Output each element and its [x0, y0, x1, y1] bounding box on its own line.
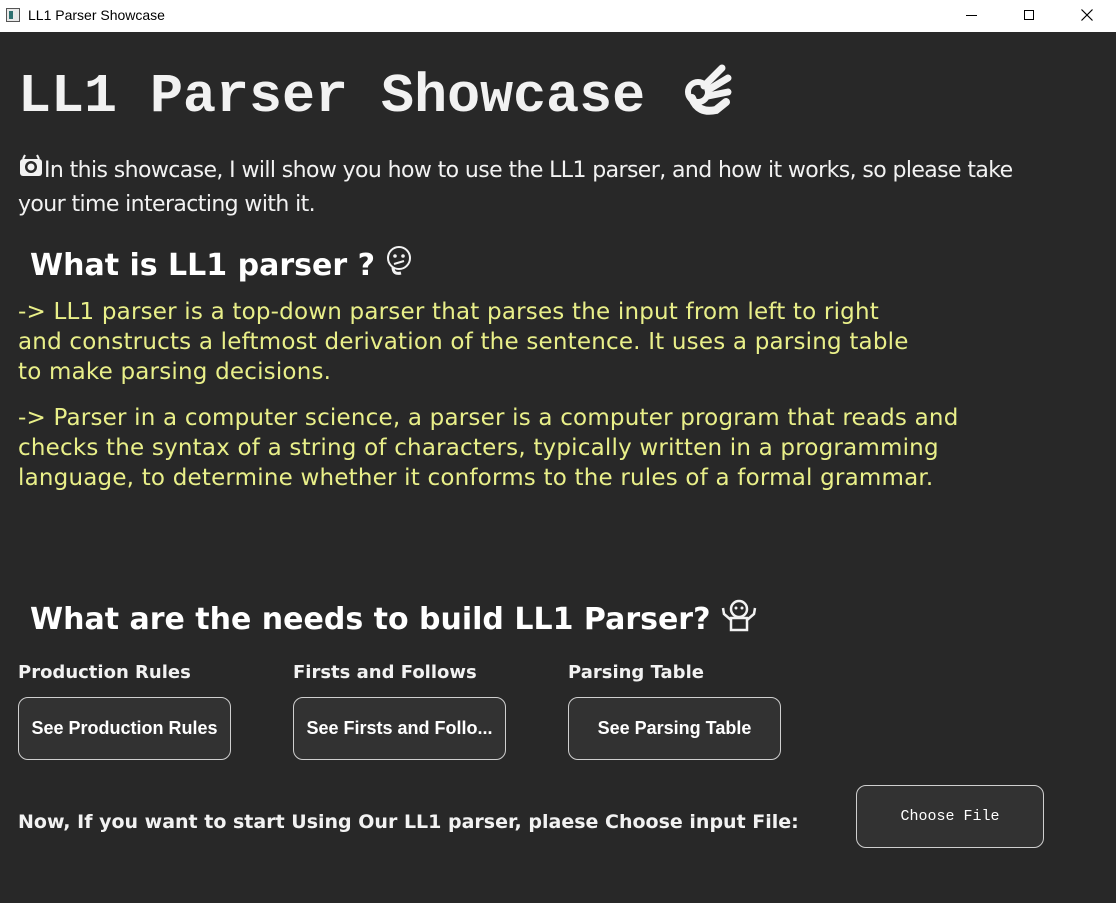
shrug-icon [721, 598, 757, 643]
close-icon [1081, 9, 1093, 21]
label-parsing-table: Parsing Table [568, 662, 704, 683]
intro-text: In this showcase, I will show you how to… [18, 154, 1028, 221]
ok-hand-icon [678, 56, 734, 137]
window-title: LL1 Parser Showcase [28, 7, 165, 23]
label-firsts-and-follows: Firsts and Follows [293, 662, 477, 683]
label-production-rules: Production Rules [18, 662, 191, 683]
app-icon [6, 8, 20, 22]
see-production-rules-button[interactable]: See Production Rules [18, 697, 231, 760]
intro-body: In this showcase, I will show you how to… [18, 158, 1013, 217]
section-heading-needs: What are the needs to build LL1 Parser? [30, 598, 757, 643]
thinking-face-icon [385, 245, 413, 288]
minimize-icon [965, 14, 977, 16]
section-heading-what: What is LL1 parser ? [30, 245, 413, 288]
see-firsts-and-follows-button[interactable]: See Firsts and Follo... [293, 697, 506, 760]
window-titlebar: LL1 Parser Showcase [0, 0, 1116, 32]
section-heading-what-text: What is LL1 parser ? [30, 248, 375, 283]
page-title: LL1 Parser Showcase [18, 56, 734, 137]
start-instruction: Now, If you want to start Using Our LL1 … [18, 811, 799, 833]
see-parsing-table-button[interactable]: See Parsing Table [568, 697, 781, 760]
definition-paragraph-2: -> Parser in a computer science, a parse… [18, 405, 959, 491]
section-heading-needs-text: What are the needs to build LL1 Parser? [30, 602, 711, 637]
maximize-button[interactable] [1006, 0, 1052, 30]
choose-file-button[interactable]: Choose File [856, 785, 1044, 848]
camera-face-icon [18, 154, 44, 188]
minimize-button[interactable] [948, 0, 994, 30]
page-title-text: LL1 Parser Showcase [18, 65, 646, 129]
close-button[interactable] [1064, 0, 1110, 30]
maximize-icon [1024, 10, 1034, 20]
definition-paragraph-1: -> LL1 parser is a top-down parser that … [18, 299, 909, 385]
